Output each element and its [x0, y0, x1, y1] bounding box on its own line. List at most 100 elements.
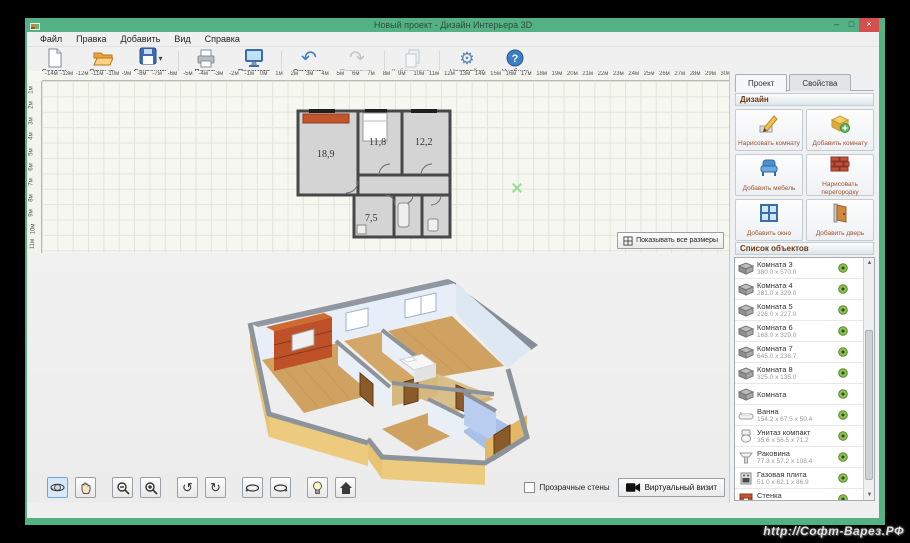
svg-text:?: ?	[512, 53, 519, 65]
tool-pan-button[interactable]	[75, 477, 96, 498]
close-button[interactable]: ×	[859, 18, 879, 32]
visibility-eye-icon[interactable]	[837, 326, 849, 336]
object-list-scrollbar[interactable]: ▲ ▼	[863, 258, 874, 500]
room-area-label: 7,5	[365, 213, 378, 224]
floor-plan-drawing: 18,9 11,8 12,2 7,5	[296, 109, 452, 239]
visibility-eye-icon[interactable]	[837, 284, 849, 294]
visibility-eye-icon[interactable]	[837, 389, 849, 399]
add-door-icon	[829, 202, 851, 229]
menu-item-4[interactable]: Справка	[198, 33, 247, 45]
room-area-label: 12,2	[415, 137, 433, 148]
plan-stove	[356, 224, 367, 235]
add-door-button[interactable]: Добавить дверь	[806, 199, 874, 241]
tool-rotate-vert-cw-button[interactable]: ↻	[205, 477, 226, 498]
room-icon	[737, 345, 755, 359]
tool-home-button[interactable]	[335, 477, 356, 498]
list-item[interactable]: Комната	[735, 384, 863, 405]
object-list[interactable]: Комната 3 380.0 x 570.0 Комната 4 281.0 x 3…	[734, 257, 875, 501]
undo-icon: ↶	[301, 47, 317, 69]
visibility-eye-icon[interactable]	[837, 494, 849, 500]
menu-item-0[interactable]: Файл	[33, 33, 69, 45]
list-item[interactable]: Стенка302.6 x 71.7 x 250.0	[735, 489, 863, 500]
tool-light-button[interactable]	[307, 477, 328, 498]
plan-2d-canvas[interactable]: 18,9 11,8 12,2 7,5	[42, 81, 729, 253]
room-area-label: 18,9	[317, 149, 335, 160]
sink-icon	[737, 450, 755, 464]
list-item[interactable]: Ванна 154.2 x 67.5 x 50.4	[735, 405, 863, 426]
visibility-eye-icon[interactable]	[837, 305, 849, 315]
transparent-walls-option[interactable]: Прозрачные стены	[524, 482, 610, 493]
list-item[interactable]: Комната 8 325.0 x 135.0	[735, 363, 863, 384]
plan-wall-unit	[302, 113, 350, 124]
visibility-eye-icon[interactable]	[837, 431, 849, 441]
visibility-eye-icon[interactable]	[837, 473, 849, 483]
render-3d-scene	[247, 279, 538, 485]
title-bar[interactable]: Новый проект - Дизайн Интерьера 3D – □ ×	[27, 18, 879, 32]
menu-bar: Файл Правка Добавить Вид Справка	[27, 32, 879, 47]
draw-room-button[interactable]: Нарисовать комнату	[735, 109, 803, 151]
add-room-button[interactable]: Добавить комнату	[806, 109, 874, 151]
tab-project[interactable]: Проект	[735, 74, 788, 92]
list-item[interactable]: Унитаз компакт 35.6 x 56.5 x 71.2	[735, 426, 863, 447]
scroll-down-arrow[interactable]: ▼	[864, 490, 874, 500]
printer-icon	[196, 48, 216, 68]
draw-partition-icon	[829, 153, 851, 180]
plan-2d-viewport[interactable]: -14м -13м -12м -11м -10м -9м -8м -7м -6м -5м -4м -3…	[27, 71, 729, 305]
transparent-walls-checkbox[interactable]	[524, 482, 536, 493]
minimize-button[interactable]: –	[829, 18, 844, 32]
open-folder-icon	[93, 48, 113, 68]
draw-partition-button[interactable]: Нарисовать перегородку	[806, 154, 874, 196]
visibility-eye-icon[interactable]	[837, 452, 849, 462]
redo-icon: ↷	[349, 47, 365, 69]
list-item[interactable]: Комната 6 168.0 x 329.0	[735, 321, 863, 342]
add-furniture-button[interactable]: Добавить мебель	[735, 154, 803, 196]
plan-toilet	[427, 218, 439, 232]
horizontal-ruler: -14м -13м -12м -11м -10м -9м -8м -7м -6м -5м -4м -3…	[42, 71, 729, 81]
dimensions-icon	[623, 235, 633, 246]
visibility-eye-icon[interactable]	[837, 263, 849, 273]
room-icon	[737, 282, 755, 296]
show-all-sizes-button[interactable]: Показывать все размеры	[617, 232, 724, 249]
visibility-eye-icon[interactable]	[837, 347, 849, 357]
objects-section-header: Список объектов	[735, 242, 874, 255]
scroll-up-arrow[interactable]: ▲	[864, 258, 874, 268]
add-window-icon	[758, 202, 780, 229]
draw-room-icon	[758, 112, 780, 139]
cursor-cross-marker	[512, 183, 522, 193]
add-window-button[interactable]: Добавить окно	[735, 199, 803, 241]
list-item[interactable]: Газовая плита 51.0 x 62.1 x 86.9	[735, 468, 863, 489]
list-item[interactable]: Раковина 77.3 x 57.2 x 108.4	[735, 447, 863, 468]
tool-rotate-horiz-cw-button[interactable]	[270, 477, 291, 498]
design-section-header: Дизайн	[735, 93, 874, 106]
menu-item-3[interactable]: Вид	[167, 33, 197, 45]
duplicate-pages-icon	[403, 48, 422, 68]
gear-icon: ⚙	[459, 48, 475, 68]
room-icon	[737, 387, 755, 401]
right-panel: Проект Свойства Дизайн Нарисовать комнату…	[729, 71, 879, 503]
list-item[interactable]: Комната 5 226.0 x 227.0	[735, 300, 863, 321]
list-item[interactable]: Комната 3 380.0 x 570.0	[735, 258, 863, 279]
room-icon	[737, 261, 755, 275]
save-dropdown-arrow[interactable]: ▾	[158, 54, 162, 63]
menu-item-1[interactable]: Правка	[69, 33, 113, 45]
list-item[interactable]: Комната 4 281.0 x 329.0	[735, 279, 863, 300]
bath-icon	[737, 408, 755, 422]
scroll-thumb[interactable]	[865, 330, 873, 480]
menu-item-2[interactable]: Добавить	[114, 33, 168, 45]
virtual-visit-button[interactable]: Виртуальный визит	[617, 478, 725, 497]
visibility-eye-icon[interactable]	[837, 410, 849, 420]
tool-zoom-out-button[interactable]	[112, 477, 133, 498]
save-floppy-icon	[139, 47, 157, 70]
watermark: http://Софт-Варез.РФ	[763, 524, 904, 538]
tool-rotate-horiz-ccw-button[interactable]	[242, 477, 263, 498]
render-3d-viewport[interactable]: ↺ ↻ Прозрачные стены Виртуальный визит	[27, 253, 729, 503]
list-item[interactable]: Комната 7 645.0 x 236.7	[735, 342, 863, 363]
app-window: Новый проект - Дизайн Интерьера 3D – □ ×…	[25, 18, 885, 525]
stove-icon	[737, 471, 755, 485]
tool-rotate-vert-ccw-button[interactable]: ↺	[177, 477, 198, 498]
maximize-button[interactable]: □	[844, 18, 859, 32]
visibility-eye-icon[interactable]	[837, 368, 849, 378]
tool-orbit-button[interactable]	[47, 477, 68, 498]
tool-zoom-in-button[interactable]	[140, 477, 161, 498]
tab-properties[interactable]: Свойства	[789, 74, 851, 91]
